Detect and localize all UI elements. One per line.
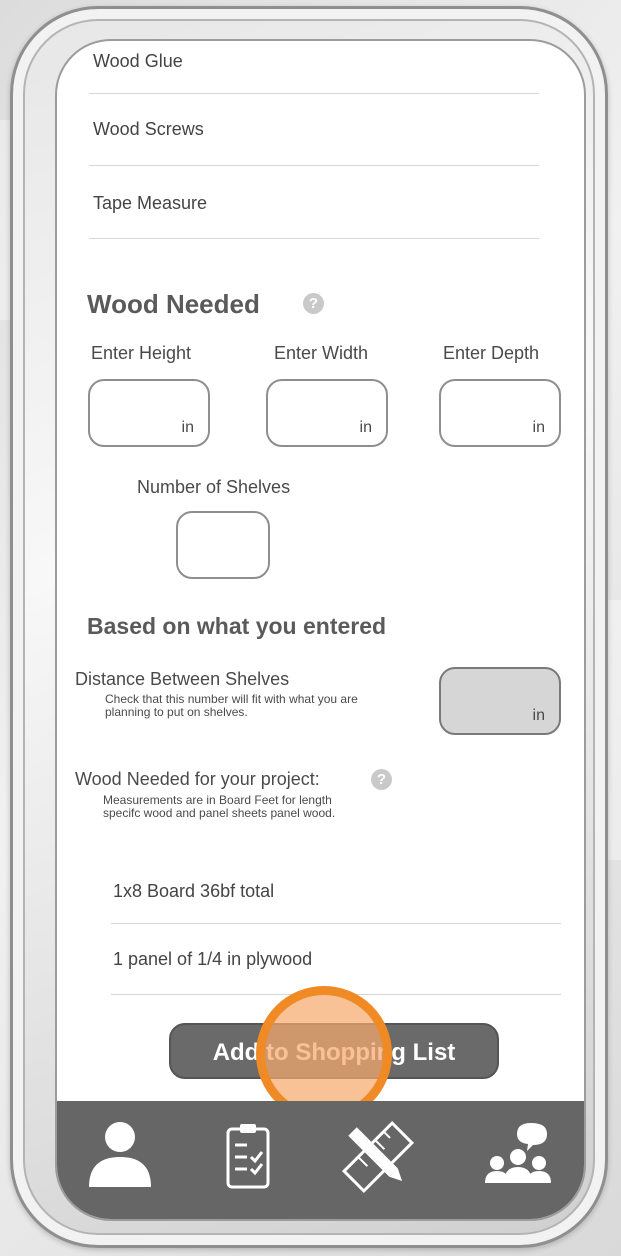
clipboard-checklist-icon [226, 1124, 270, 1189]
result-item: 1 panel of 1/4 in plywood [113, 949, 313, 969]
distance-output: in [439, 667, 561, 735]
divider [89, 238, 539, 239]
group-chat-icon [485, 1123, 551, 1183]
question-circle-icon[interactable]: ? [371, 769, 392, 790]
height-input[interactable]: in [88, 379, 210, 447]
bottom-nav [57, 1101, 584, 1219]
phone-frame: Wood Glue Wood Screws Tape Measure Wood … [10, 6, 608, 1248]
tool-item-tape-measure: Tape Measure [93, 193, 208, 213]
app-screen: Wood Glue Wood Screws Tape Measure Wood … [55, 39, 586, 1221]
tool-item-wood-screws: Wood Screws [93, 119, 204, 139]
unit-label: in [532, 707, 545, 724]
wood-note: Measurements are in Board Feet for lengt… [103, 793, 336, 820]
unit-label: in [532, 419, 545, 436]
depth-label: Enter Depth [443, 343, 540, 363]
shelves-label: Number of Shelves [137, 477, 291, 497]
person-icon [89, 1122, 151, 1187]
pencil-ruler-icon [341, 1120, 415, 1194]
divider [89, 165, 539, 166]
wood-project-label: Wood Needed for your project: [75, 769, 320, 789]
height-label: Enter Height [91, 343, 192, 363]
nav-item-profile[interactable] [75, 1119, 165, 1195]
tool-item-wood-glue: Wood Glue [93, 51, 183, 71]
distance-label: Distance Between Shelves [75, 669, 290, 689]
unit-label: in [181, 419, 194, 436]
nav-item-community[interactable] [473, 1119, 563, 1195]
width-label: Enter Width [274, 343, 369, 363]
width-input[interactable]: in [266, 379, 388, 447]
divider [89, 93, 539, 94]
distance-note: Check that this number will fit with wha… [105, 692, 358, 719]
nav-item-measure[interactable] [333, 1119, 423, 1195]
nav-item-checklist[interactable] [203, 1119, 293, 1195]
question-circle-icon[interactable]: ? [303, 293, 324, 314]
shelves-input[interactable] [176, 511, 270, 579]
results-title: Based on what you entered [87, 613, 387, 639]
divider [111, 923, 561, 924]
depth-input[interactable]: in [439, 379, 561, 447]
result-item: 1x8 Board 36bf total [113, 881, 275, 901]
unit-label: in [359, 419, 372, 436]
wood-needed-title: Wood Needed [87, 289, 260, 319]
